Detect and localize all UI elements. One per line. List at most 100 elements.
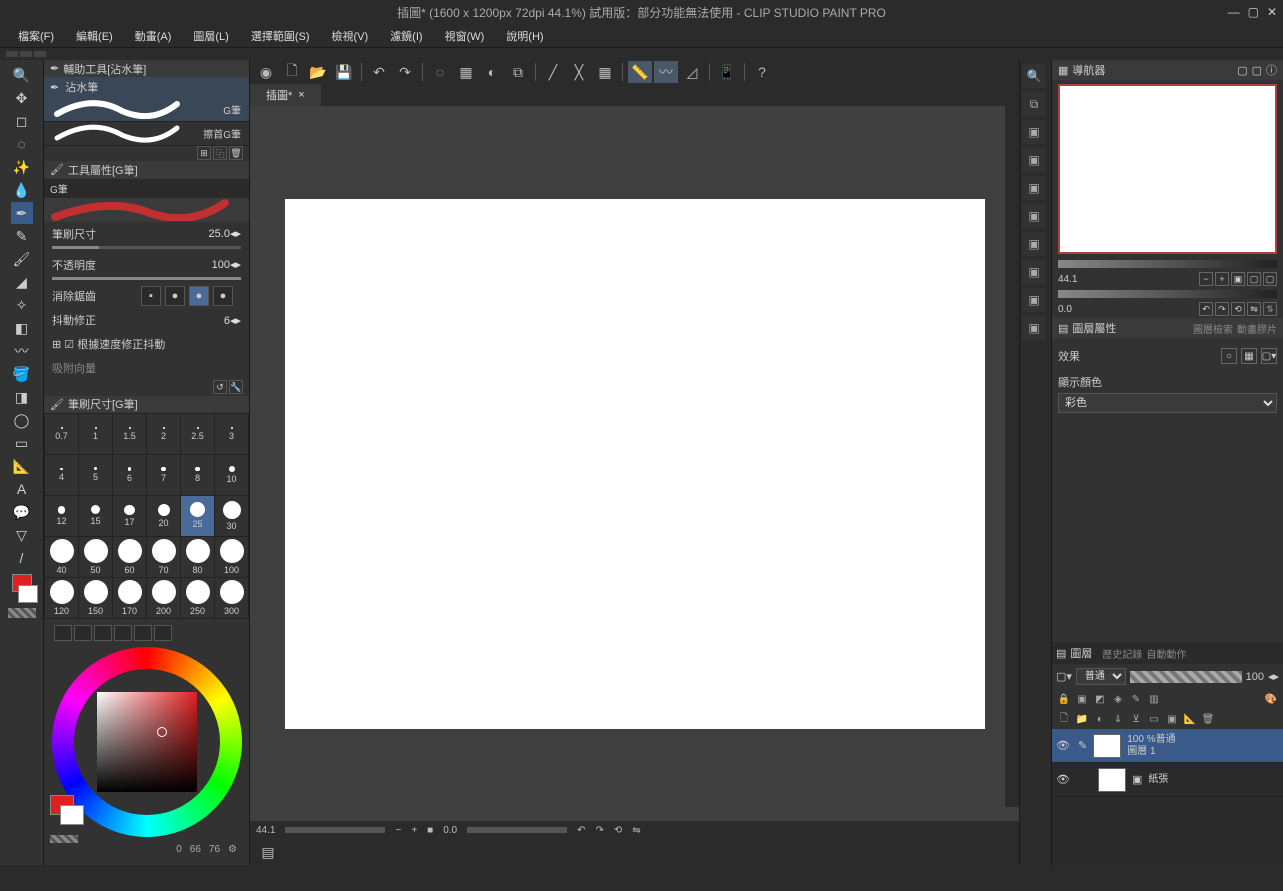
brush-size-cell[interactable]: 7 [147, 455, 180, 495]
snap-special-icon[interactable]: ╳ [567, 61, 591, 83]
brush-size-cell[interactable]: 2 [147, 414, 180, 454]
quick-material8-icon[interactable]: ▣ [1022, 316, 1046, 340]
color-tab-slider[interactable] [74, 625, 92, 641]
info-icon[interactable]: ⓘ [1266, 62, 1277, 78]
aa-none[interactable]: ▪ [141, 286, 161, 306]
brush-size-cell[interactable]: 15 [79, 496, 112, 536]
transparent-swatch[interactable] [8, 608, 36, 618]
brush-size-cell[interactable]: 10 [215, 455, 248, 495]
tool-pen[interactable]: ✒ [11, 202, 33, 224]
color-tab-set[interactable] [94, 625, 112, 641]
subtool-item-gpen[interactable]: G筆 [44, 98, 249, 122]
rotate-cw-icon[interactable]: ↷ [1215, 302, 1229, 316]
flip-v-icon[interactable]: ⥮ [1263, 302, 1277, 316]
tab-history[interactable]: 歷史記錄 [1102, 646, 1142, 661]
new-layer-icon[interactable]: 🗋 [1056, 711, 1072, 727]
color-tab-history[interactable] [154, 625, 172, 641]
palette-color-icon[interactable]: 🎨 [1263, 691, 1279, 707]
layer-row[interactable]: 👁▣紙張 [1052, 763, 1283, 797]
help-icon[interactable]: ? [750, 61, 774, 83]
layer-opacity-slider[interactable] [1130, 671, 1242, 683]
brush-size-cell[interactable]: 100 [215, 537, 248, 577]
quick-material7-icon[interactable]: ▣ [1022, 288, 1046, 312]
menu-animation[interactable]: 動畫(A) [125, 26, 182, 46]
new-correction-icon[interactable]: ◐ [1092, 711, 1108, 727]
invert-sel-icon[interactable]: ◐ [480, 61, 504, 83]
layer-color-chip[interactable]: ▢▾ [1056, 670, 1072, 683]
aa-strong[interactable]: ● [213, 286, 233, 306]
color-tab-intermediate[interactable] [114, 625, 132, 641]
rotation-slider[interactable] [467, 827, 567, 833]
new-icon[interactable]: 🗋 [280, 61, 304, 83]
layer-property-header[interactable]: ▤ 圖層屬性 圖層檢索 動畫膠片 [1052, 318, 1283, 338]
menu-view[interactable]: 檢視(V) [322, 26, 379, 46]
blend-mode-select[interactable]: 普通 [1076, 668, 1126, 685]
quick-material2-icon[interactable]: ▣ [1022, 148, 1046, 172]
delete-layer-icon[interactable]: 🗑 [1200, 711, 1216, 727]
brush-size-cell[interactable]: 70 [147, 537, 180, 577]
brush-size-cell[interactable]: 0.7 [45, 414, 78, 454]
tool-marquee[interactable]: ◻ [11, 110, 33, 132]
quick-zoom-icon[interactable]: 🔍 [1022, 64, 1046, 88]
tool-frame[interactable]: ▭ [11, 432, 33, 454]
tool-fill[interactable]: 🪣 [11, 363, 33, 385]
zoom-in-icon[interactable]: + [411, 825, 417, 836]
brush-size-cell[interactable]: 200 [147, 578, 180, 618]
flip-h-icon[interactable]: ⇋ [1247, 302, 1261, 316]
visibility-icon[interactable]: 👁 [1056, 739, 1072, 752]
tool-correct[interactable]: ▽ [11, 524, 33, 546]
flip-h-icon[interactable]: ⇋ [632, 825, 640, 836]
tool-balloon[interactable]: 💬 [11, 501, 33, 523]
mask-icon[interactable]: ▭ [1146, 711, 1162, 727]
zoom-out-icon[interactable]: − [395, 825, 401, 836]
subtool-selected[interactable]: ✒ 沾水筆 [44, 77, 249, 98]
menu-filter[interactable]: 濾鏡(I) [380, 26, 432, 46]
scrollbar-vertical[interactable] [1005, 106, 1019, 807]
tool-move[interactable]: ✥ [11, 87, 33, 109]
snap-ruler-icon[interactable]: ╱ [541, 61, 565, 83]
settings-icon[interactable]: ⚙ [228, 844, 237, 855]
brush-size-slider[interactable] [52, 246, 241, 249]
smartphone-icon[interactable]: 📱 [715, 61, 739, 83]
lock-icon[interactable]: 🔒 [1056, 691, 1072, 707]
brush-size-cell[interactable]: 40 [45, 537, 78, 577]
subtool-panel-header[interactable]: ✒ 輔助工具[沾水筆] [44, 60, 249, 77]
zoom-fit-icreally[interactable]: ■ [427, 825, 433, 836]
menu-selection[interactable]: 選擇範圍(S) [241, 26, 320, 46]
ruler-layer-icon[interactable]: 📐 [1182, 711, 1198, 727]
navigator-header[interactable]: ▦ 導航器 ▢ ▢ ⓘ [1052, 60, 1283, 80]
brush-size-cell[interactable]: 30 [215, 496, 248, 536]
brush-size-cell[interactable]: 25 [181, 496, 214, 536]
zoom-slider[interactable] [285, 827, 385, 833]
visibility-icon[interactable]: 👁 [1056, 773, 1072, 786]
aa-weak[interactable]: ● [165, 286, 185, 306]
tool-decoration[interactable]: ✧ [11, 294, 33, 316]
tool-lasso[interactable]: ◌ [11, 133, 33, 155]
effect-tone-icon[interactable]: ▦ [1241, 348, 1257, 364]
crop-icon[interactable]: ⧉ [506, 61, 530, 83]
brush-size-cell[interactable]: 50 [79, 537, 112, 577]
aa-mid[interactable]: ● [189, 286, 209, 306]
quick-material3-icon[interactable]: ▣ [1022, 176, 1046, 200]
brush-size-cell[interactable]: 1 [79, 414, 112, 454]
qa-chip[interactable] [20, 51, 32, 57]
rotate-ccw-icon[interactable]: ↶ [577, 825, 585, 836]
merge-down-icon[interactable]: ⊻ [1128, 711, 1144, 727]
timeline-toggle-icon[interactable]: ▤ [256, 841, 280, 863]
menu-layer[interactable]: 圖層(L) [183, 26, 238, 46]
brush-size-cell[interactable]: 120 [45, 578, 78, 618]
close-icon[interactable]: × [298, 89, 304, 101]
lock-alpha-icon[interactable]: ◩ [1092, 691, 1108, 707]
prop-opacity[interactable]: 不透明度 100◂▸ [44, 253, 249, 277]
prop-brush-size[interactable]: 筆刷尺寸 25.0◂▸ [44, 222, 249, 246]
select-all-icon[interactable]: ▦ [454, 61, 478, 83]
duplicate-subtool-icon[interactable]: ⿻ [213, 146, 227, 160]
prop-speed-stabilize[interactable]: ⊞ ☑ 根據速度修正抖動 [44, 332, 249, 356]
tool-brush[interactable]: 🖌 [11, 248, 33, 270]
tool-wand[interactable]: ✨ [11, 156, 33, 178]
zoom-out-icon[interactable]: − [1199, 272, 1213, 286]
brush-size-cell[interactable]: 1.5 [113, 414, 146, 454]
rotate-reset-icon[interactable]: ⟲ [1231, 302, 1245, 316]
brush-size-cell[interactable]: 60 [113, 537, 146, 577]
quick-subview-icon[interactable]: ⧉ [1022, 92, 1046, 116]
